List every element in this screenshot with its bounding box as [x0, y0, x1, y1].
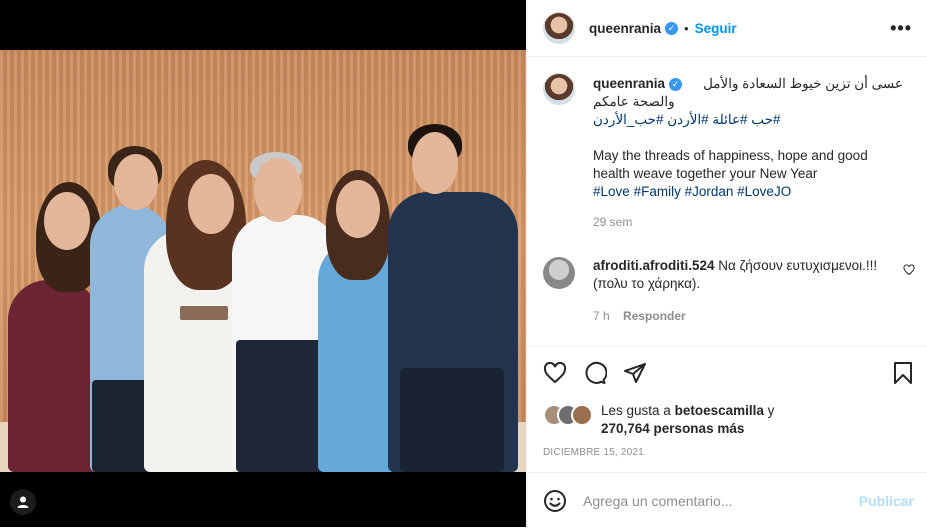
comment-icon[interactable]: [583, 361, 608, 390]
post-date[interactable]: DICIEMBRE 15, 2021: [543, 447, 644, 458]
action-bar: [527, 346, 927, 384]
follow-button[interactable]: Seguir: [695, 21, 737, 36]
separator-dot: •: [684, 20, 689, 36]
comment-input[interactable]: [581, 491, 855, 510]
verified-badge-icon: ✓: [669, 77, 683, 91]
comment-like-heart-icon[interactable]: [903, 263, 915, 281]
author-username[interactable]: queenrania: [589, 21, 661, 36]
publish-button[interactable]: Publicar: [859, 493, 914, 509]
author-avatar[interactable]: [543, 12, 575, 44]
caption-arabic-line1: عسى أن تزين خيوط السعادة والأمل: [703, 76, 903, 91]
liker-avatars[interactable]: [543, 404, 593, 426]
add-comment-bar: Publicar: [527, 472, 927, 528]
comment-age[interactable]: 7 h: [593, 309, 610, 323]
caption-english-line1: May the threads of happiness, hope and g…: [593, 148, 868, 163]
likes-prefix: Les gusta a: [601, 403, 671, 418]
caption-arabic-line2: والصحة عامكم: [593, 94, 675, 109]
verified-badge-icon: ✓: [665, 21, 679, 35]
hashtag-family[interactable]: #Family: [634, 184, 681, 199]
heart-icon[interactable]: [543, 361, 567, 390]
liker-username[interactable]: betoescamilla: [675, 403, 764, 418]
caption-english-line2: health weave together your New Year: [593, 166, 818, 181]
hashtag-lovejo[interactable]: #LoveJO: [737, 184, 791, 199]
hashtag-jordan[interactable]: #Jordan: [685, 184, 734, 199]
likes-count[interactable]: 270,764 personas más: [601, 420, 921, 438]
emoji-icon[interactable]: [543, 489, 567, 513]
bookmark-icon[interactable]: [891, 361, 915, 390]
caption-arabic-hashtags[interactable]: #حب #عائلة #الأردن #حب_الأردن: [593, 111, 903, 129]
paper-plane-icon[interactable]: [623, 361, 647, 390]
likes-conjunction: y: [767, 403, 775, 418]
reply-button[interactable]: Responder: [623, 309, 686, 323]
post-comments-area[interactable]: queenrania ✓ عسى أن تزين خيوط السعادة وال…: [527, 57, 927, 346]
user-tag-icon[interactable]: [10, 489, 36, 515]
commenter-avatar[interactable]: [543, 257, 575, 289]
caption-avatar[interactable]: [543, 73, 575, 105]
caption-age[interactable]: 29 sem: [593, 213, 903, 231]
post-media[interactable]: [0, 0, 526, 527]
post-side-panel: queenrania ✓ • Seguir ••• queenrania ✓ عس…: [526, 0, 927, 527]
post-header: queenrania ✓ • Seguir •••: [527, 0, 927, 57]
caption-username[interactable]: queenrania: [593, 76, 665, 91]
more-options-icon[interactable]: •••: [890, 18, 912, 39]
comment-text-line1: Να ζήσουν ευτυχισμενοι.!!!: [718, 258, 878, 273]
hashtag-love[interactable]: #Love: [593, 184, 630, 199]
commenter-username[interactable]: afroditi.afroditi.524: [593, 258, 715, 273]
family-photo: [0, 50, 526, 472]
comment-text-line2: (πολυ το χάρηκα).: [593, 276, 701, 291]
